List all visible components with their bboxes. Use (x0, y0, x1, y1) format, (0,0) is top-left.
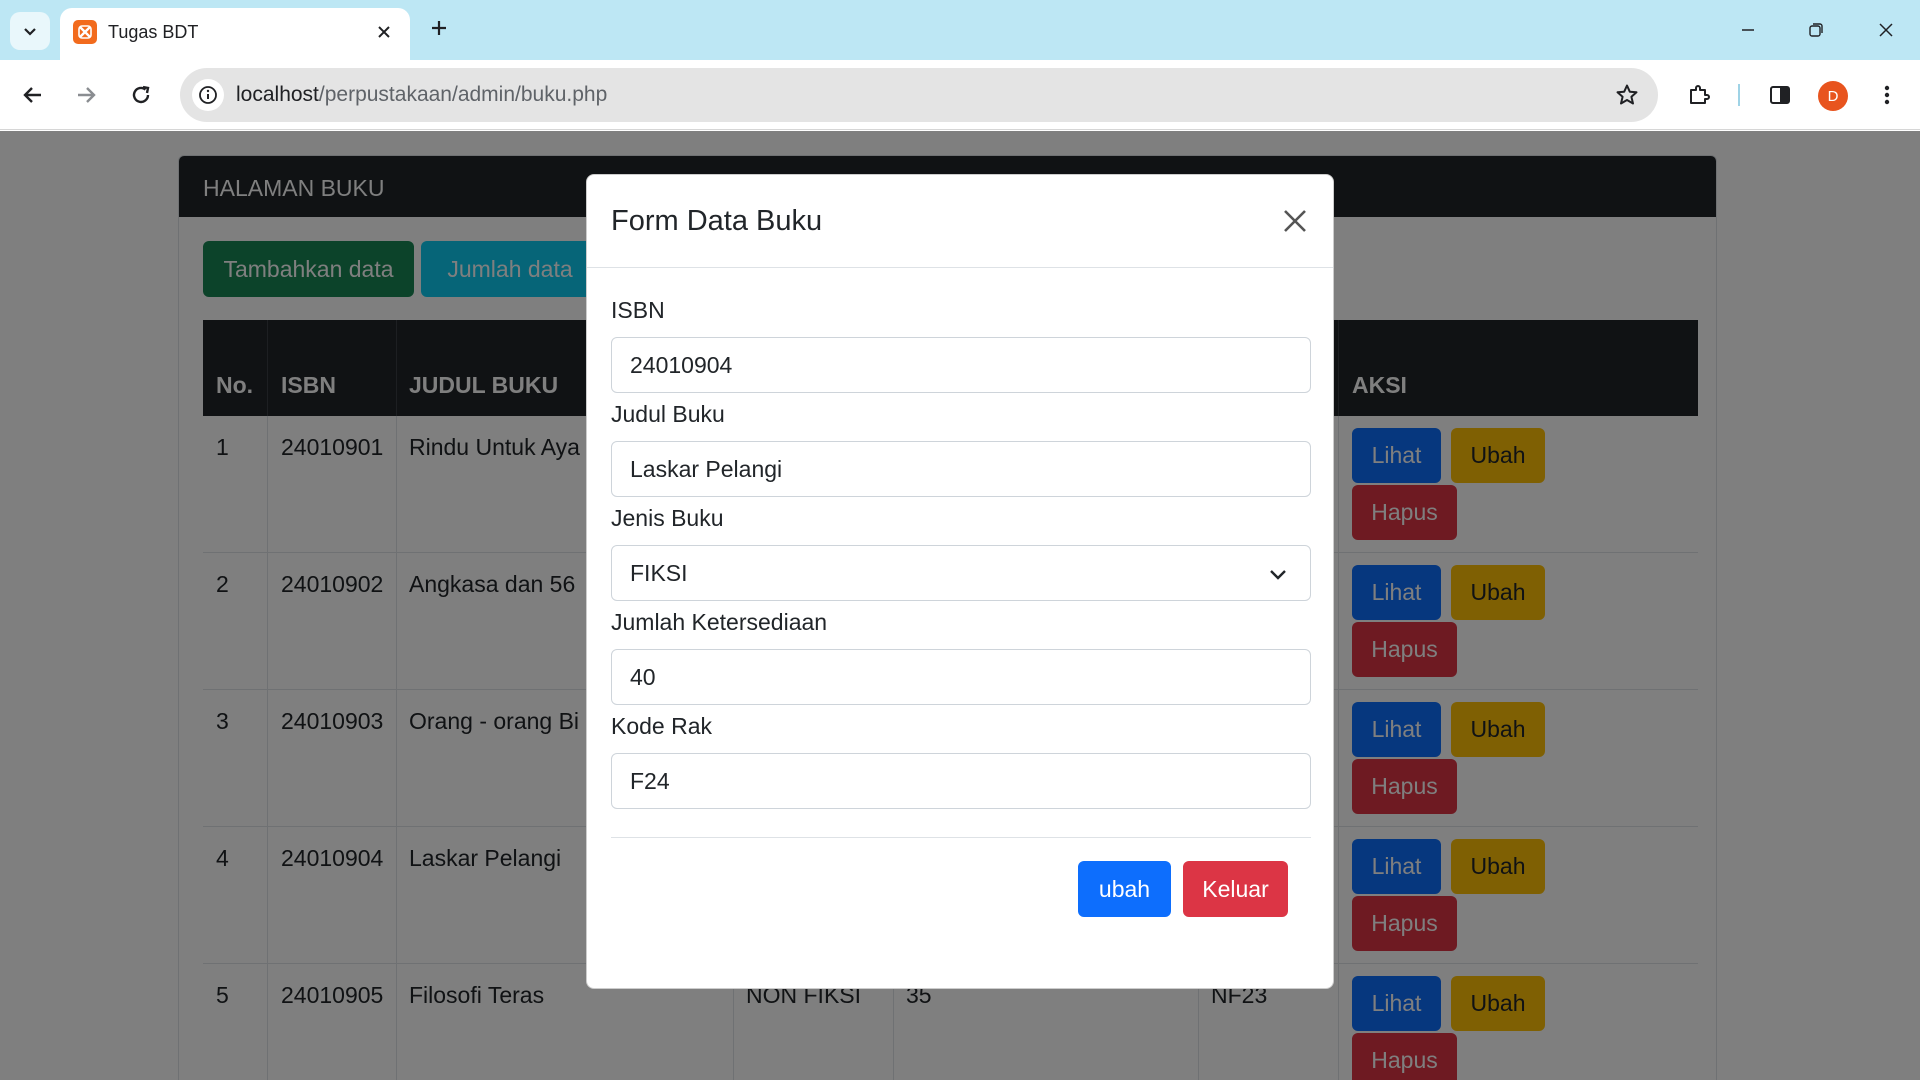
address-bar[interactable]: localhost/perpustakaan/admin/buku.php (180, 68, 1658, 122)
side-panel-icon (1770, 86, 1790, 104)
close-icon (1879, 23, 1893, 37)
modal-header: Form Data Buku (587, 175, 1333, 268)
toolbar-separator (1738, 84, 1740, 106)
judul-buku-input[interactable]: Laskar Pelangi (611, 441, 1311, 497)
chevron-down-icon (24, 28, 36, 36)
isbn-label: ISBN (611, 297, 665, 323)
restore-icon (1809, 23, 1823, 37)
modal-divider (611, 837, 1311, 838)
new-tab-button[interactable] (424, 13, 454, 43)
more-vertical-icon (1884, 85, 1890, 105)
site-info-icon[interactable] (192, 79, 224, 111)
jenis-buku-label: Jenis Buku (611, 505, 724, 531)
minimize-icon (1742, 29, 1754, 31)
arrow-left-icon (23, 87, 41, 103)
chevron-down-icon (1270, 570, 1286, 580)
page-viewport: HALAMAN BUKU Tambahkan data Jumlah data … (0, 131, 1920, 1080)
browser-tab[interactable]: Tugas BDT (60, 8, 410, 60)
jenis-buku-select[interactable]: FIKSI (611, 545, 1311, 601)
browser-menu-button[interactable] (1868, 76, 1906, 114)
xampp-favicon-icon (73, 20, 97, 44)
isbn-input[interactable]: 24010904 (611, 337, 1311, 393)
kode-rak-label: Kode Rak (611, 713, 713, 739)
restore-window-button[interactable] (1796, 10, 1836, 50)
browser-tab-bar: Tugas BDT (0, 0, 1920, 60)
close-icon (1284, 210, 1306, 232)
reload-icon (132, 85, 150, 104)
arrow-right-icon (78, 87, 96, 103)
modal-title: Form Data Buku (611, 205, 823, 237)
url-path: /perpustakaan/admin/buku.php (318, 83, 608, 106)
extensions-button[interactable] (1680, 76, 1718, 114)
url-host: localhost (236, 83, 319, 106)
close-window-button[interactable] (1866, 10, 1906, 50)
tab-search-button[interactable] (10, 12, 50, 50)
jumlah-ketersediaan-input[interactable]: 40 (611, 649, 1311, 705)
modal-close-button[interactable] (1277, 203, 1313, 239)
forward-button[interactable] (67, 76, 105, 114)
reload-button[interactable] (122, 76, 160, 114)
tab-title: Tugas BDT (108, 22, 199, 42)
bookmark-star-icon[interactable] (1612, 80, 1642, 110)
profile-avatar[interactable]: D (1818, 81, 1848, 111)
submit-ubah-button[interactable]: ubah (1078, 861, 1171, 917)
back-button[interactable] (14, 76, 52, 114)
side-panel-button[interactable] (1761, 76, 1799, 114)
book-form-modal: Form Data Buku ISBN 24010904 Judul Buku … (586, 174, 1334, 989)
browser-toolbar: localhost/perpustakaan/admin/buku.php D (0, 60, 1920, 130)
plus-icon (432, 21, 446, 35)
judul-buku-label: Judul Buku (611, 401, 725, 427)
puzzle-piece-icon (1690, 85, 1710, 104)
jumlah-ketersediaan-label: Jumlah Ketersediaan (611, 609, 828, 635)
minimize-window-button[interactable] (1728, 10, 1768, 50)
keluar-button[interactable]: Keluar (1183, 861, 1288, 917)
url-text: localhost/perpustakaan/admin/buku.php (236, 83, 607, 107)
tab-close-icon[interactable] (372, 20, 396, 44)
jenis-buku-selected: FIKSI (630, 559, 688, 586)
kode-rak-input[interactable]: F24 (611, 753, 1311, 809)
